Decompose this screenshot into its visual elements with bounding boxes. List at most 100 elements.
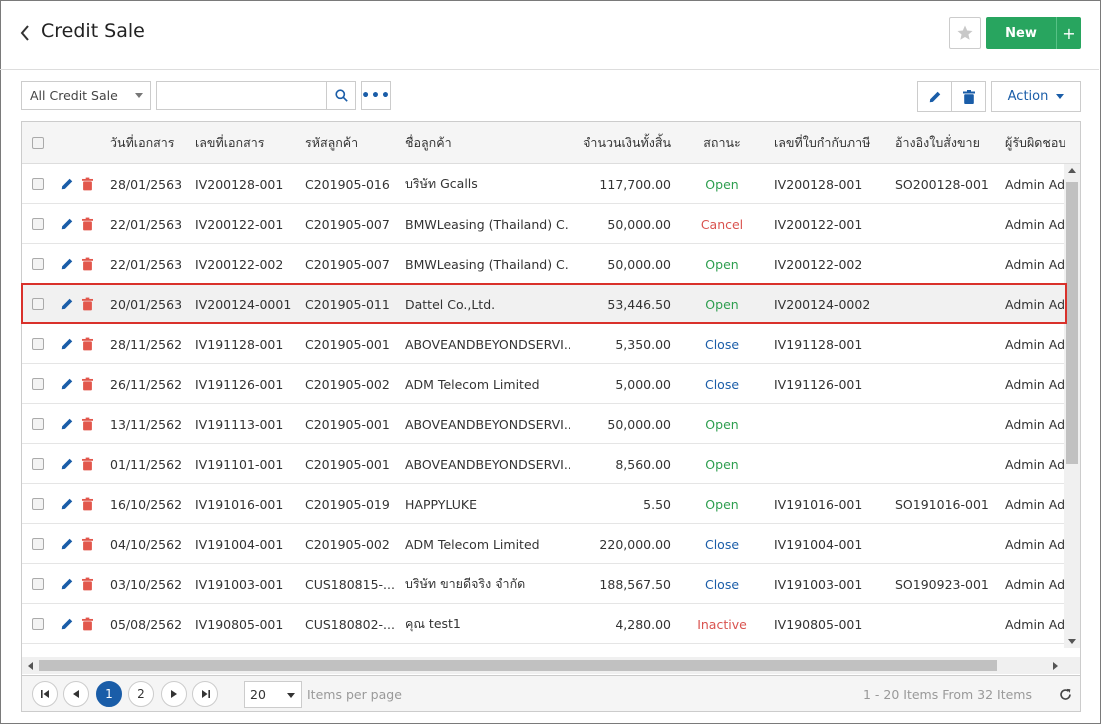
row-edit-button[interactable] [60,604,74,644]
row-checkbox[interactable] [32,444,44,484]
col-doc-no[interactable]: เลขที่เอกสาร [195,122,264,164]
cell-cust-name: ABOVEANDBEYONDSERVI... [405,416,570,432]
grid-body: 28/01/2563 IV200128-001 C201905-016 บริษัท … [22,164,1064,648]
col-tax-invoice[interactable]: เลขที่ใบกำกับภาษี [774,122,870,164]
row-checkbox[interactable] [32,284,44,324]
table-row[interactable]: 28/01/2563 IV200128-001 C201905-016 บริษัท … [22,164,1064,204]
row-delete-button[interactable] [82,404,93,444]
col-doc-date[interactable]: วันที่เอกสาร [110,122,175,164]
vertical-scrollbar[interactable] [1064,164,1080,648]
col-cust-code[interactable]: รหัสลูกค้า [305,122,358,164]
pencil-icon [60,457,74,471]
prev-page-button[interactable] [63,681,89,707]
row-delete-button[interactable] [82,364,93,404]
scroll-up-icon[interactable] [1068,168,1076,173]
row-edit-button[interactable] [60,244,74,284]
horizontal-scroll-thumb[interactable] [39,660,997,671]
horizontal-scrollbar[interactable] [22,657,1080,674]
row-edit-button[interactable] [60,524,74,564]
row-edit-button[interactable] [60,404,74,444]
row-delete-button[interactable] [82,324,93,364]
row-delete-button[interactable] [82,284,93,324]
row-checkbox[interactable] [32,604,44,644]
back-button[interactable] [17,22,33,44]
row-delete-button[interactable] [82,164,93,204]
trash-icon [82,217,93,231]
row-edit-button[interactable] [60,484,74,524]
new-button[interactable]: New [986,17,1056,49]
page-size-select[interactable]: 20 [244,681,302,708]
cell-doc-date: 20/01/2563 [110,296,183,312]
row-edit-button[interactable] [60,284,74,324]
col-status[interactable]: สถานะ [682,122,762,164]
row-edit-button[interactable] [60,364,74,404]
row-delete-button[interactable] [82,244,93,284]
row-delete-button[interactable] [82,564,93,604]
cell-doc-no: IV191126-001 [195,376,284,392]
table-row[interactable]: 05/08/2562 IV190805-001 CUS180802-... คุณ t… [22,604,1064,644]
row-checkbox[interactable] [32,244,44,284]
search-input[interactable] [156,81,327,110]
row-checkbox[interactable] [32,404,44,444]
bulk-edit-button[interactable] [917,81,952,112]
favorite-button[interactable] [949,17,981,49]
select-all-checkbox[interactable] [32,122,44,164]
row-edit-button[interactable] [60,324,74,364]
row-checkbox[interactable] [32,204,44,244]
col-cust-name[interactable]: ชื่อลูกค้า [405,122,452,164]
row-edit-button[interactable] [60,444,74,484]
scroll-down-icon[interactable] [1068,639,1076,644]
table-row[interactable]: 28/11/2562 IV191128-001 C201905-001 ABOVEAN… [22,324,1064,364]
table-row[interactable]: 13/11/2562 IV191113-001 C201905-001 ABOVEAN… [22,404,1064,444]
table-row[interactable]: 20/01/2563 IV200124-0001 C201905-011 Dattel… [22,284,1064,324]
col-so-ref[interactable]: อ้างอิงใบสั่งขาย [895,122,980,164]
table-row[interactable]: 26/11/2562 IV191126-001 C201905-002 ADM Tel… [22,364,1064,404]
cell-doc-no: IV200122-001 [195,216,284,232]
new-dropdown-button[interactable]: + [1056,17,1081,49]
vertical-scroll-thumb[interactable] [1066,182,1078,464]
first-page-button[interactable] [32,681,58,707]
bulk-delete-button[interactable] [951,81,986,112]
row-delete-button[interactable] [82,484,93,524]
row-delete-button[interactable] [82,524,93,564]
action-dropdown[interactable]: Action [991,81,1081,112]
row-edit-button[interactable] [60,204,74,244]
row-checkbox[interactable] [32,164,44,204]
refresh-button[interactable] [1056,685,1074,703]
more-label: ••• [361,87,391,104]
col-total[interactable]: จำนวนเงินทั้งสิ้น [574,122,671,164]
row-checkbox[interactable] [32,484,44,524]
col-owner[interactable]: ผู้รับผิดชอบ [1005,122,1065,164]
table-row[interactable]: 04/10/2562 IV191004-001 C201905-002 ADM Tel… [22,524,1064,564]
page-1-button[interactable]: 1 [96,681,122,707]
row-checkbox[interactable] [32,364,44,404]
cell-cust-code: C201905-001 [305,456,390,472]
cell-tax-invoice: IV191016-001 [774,496,863,512]
scroll-left-icon[interactable] [28,662,33,670]
pencil-icon [60,577,74,591]
row-delete-button[interactable] [82,204,93,244]
filter-select[interactable]: All Credit Sale [21,81,151,110]
row-checkbox[interactable] [32,524,44,564]
search-button[interactable] [326,81,356,110]
page-2-button[interactable]: 2 [128,681,154,707]
cell-cust-name: HAPPYLUKE [405,496,477,512]
table-row[interactable]: 03/10/2562 IV191003-001 CUS180815-... บริษั… [22,564,1064,604]
row-delete-button[interactable] [82,604,93,644]
cell-doc-no: IV200124-0001 [195,296,292,312]
cell-cust-code: C201905-002 [305,536,390,552]
table-row[interactable]: 16/10/2562 IV191016-001 C201905-019 HAPPYLU… [22,484,1064,524]
table-row[interactable]: 01/11/2562 IV191101-001 C201905-001 ABOVEAN… [22,444,1064,484]
cell-status: Close [704,336,740,352]
table-row[interactable]: 22/01/2563 IV200122-001 C201905-007 BMWLeas… [22,204,1064,244]
row-checkbox[interactable] [32,324,44,364]
row-edit-button[interactable] [60,164,74,204]
scroll-right-icon[interactable] [1053,662,1058,670]
next-page-button[interactable] [161,681,187,707]
row-checkbox[interactable] [32,564,44,604]
table-row[interactable]: 22/01/2563 IV200122-002 C201905-007 BMWLeas… [22,244,1064,284]
more-options-button[interactable]: ••• [361,81,391,110]
row-edit-button[interactable] [60,564,74,604]
row-delete-button[interactable] [82,444,93,484]
last-page-button[interactable] [192,681,218,707]
